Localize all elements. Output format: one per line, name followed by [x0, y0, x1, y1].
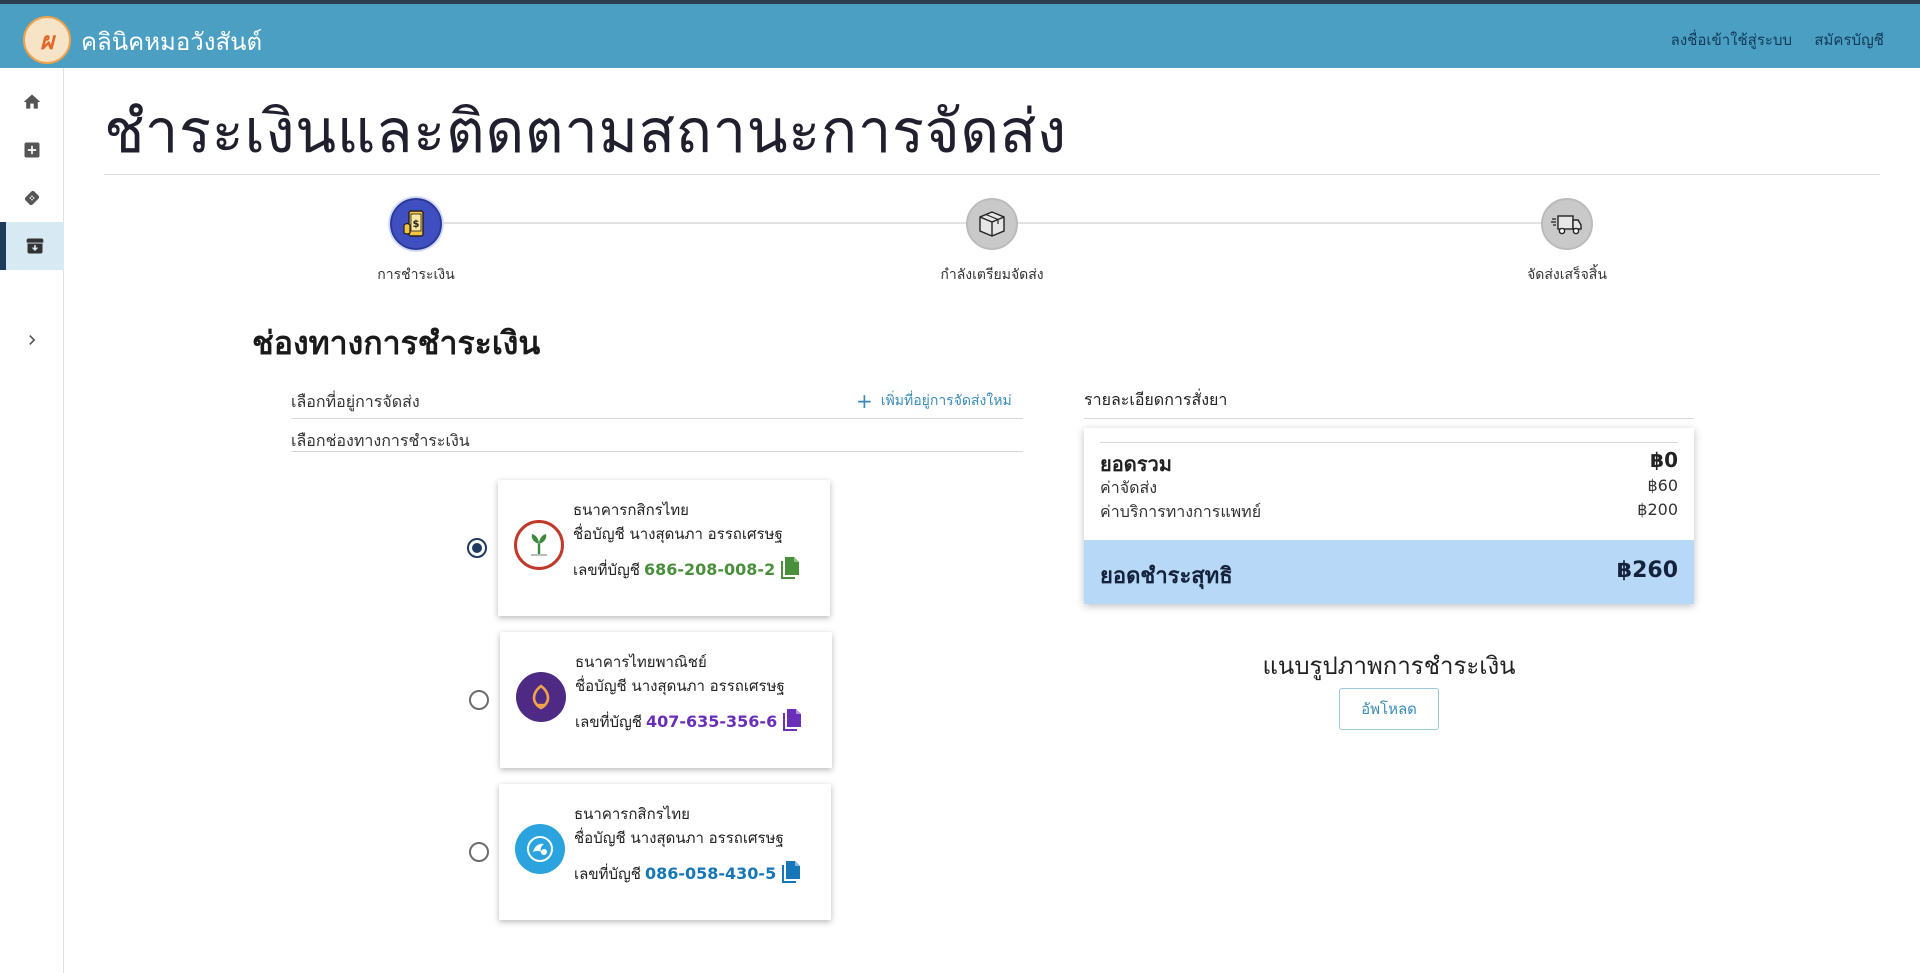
net-total-box: ยอดชำระสุทธิ ฿260: [1084, 540, 1694, 604]
account-number[interactable]: 686-208-008-2: [644, 560, 775, 579]
account-number-row: เลขที่บัญชี 407-635-356-6: [575, 710, 777, 734]
step-delivered[interactable]: จัดส่งเสร็จสิ้น: [1467, 198, 1667, 286]
payment-section-title: ช่องทางการชำระเงิน: [252, 324, 541, 362]
account-number[interactable]: 086-058-430-5: [645, 864, 776, 883]
step-preparing[interactable]: กำลังเตรียมจัดส่ง: [892, 198, 1092, 286]
shipping-label: ค่าจัดส่ง: [1100, 478, 1158, 497]
signup-link[interactable]: สมัครบัญชี: [1814, 28, 1884, 52]
shipping-row: ค่าจัดส่ง ฿60: [1100, 476, 1678, 501]
service-value: ฿200: [1637, 500, 1678, 519]
delivery-truck-icon: [1541, 198, 1593, 250]
bank-radio-krungthai[interactable]: [469, 842, 489, 862]
net-total-label: ยอดชำระสุทธิ: [1100, 564, 1233, 589]
clinic-logo[interactable]: ผ: [23, 16, 71, 64]
krungthai-logo-icon: [515, 824, 565, 874]
shipping-value: ฿60: [1647, 476, 1678, 495]
service-row: ค่าบริการทางการแพทย์ ฿200: [1100, 500, 1678, 525]
bank-name: ธนาคารกสิกรไทย: [573, 501, 689, 519]
package-box-icon: [966, 198, 1018, 250]
address-divider: [291, 418, 1023, 419]
bank-radio-kasikorn[interactable]: [467, 538, 487, 558]
add-address-label: เพิ่มที่อยู่การจัดส่งใหม่: [880, 393, 1012, 409]
bank-radio-scb[interactable]: [469, 690, 489, 710]
sidebar-expand-button[interactable]: [0, 316, 64, 364]
logo-text: ผ: [39, 25, 55, 55]
bank-card[interactable]: ธนาคารกสิกรไทย ชื่อบัญชี นางสุดนภา อรรถเ…: [499, 784, 831, 920]
copy-icon[interactable]: [780, 556, 800, 580]
upload-button[interactable]: อัพโหลด: [1339, 688, 1439, 730]
top-app-bar: ผ คลินิคหมอวังสันต์ ลงชื่อเข้าใช้สู่ระบบ…: [0, 0, 1920, 68]
archive-box-icon: [26, 238, 44, 254]
order-divider: [1084, 418, 1694, 419]
login-link[interactable]: ลงชื่อเข้าใช้สู่ระบบ: [1671, 28, 1792, 52]
order-details-title: รายละเอียดการสั่งยา: [1084, 390, 1228, 409]
net-total-row: ยอดชำระสุทธิ ฿260: [1100, 558, 1678, 593]
scb-logo-icon: [516, 672, 566, 722]
sidebar: [0, 68, 64, 973]
address-select-label[interactable]: เลือกที่อยู่การจัดส่ง: [291, 390, 420, 415]
step-label: กำลังเตรียมจัดส่ง: [940, 267, 1044, 283]
step-payment[interactable]: $ การชำระเงิน: [316, 198, 516, 286]
title-divider: [104, 174, 1880, 175]
account-number-label: เลขที่บัญชี: [573, 561, 640, 579]
home-icon: [23, 94, 41, 109]
sidebar-item-home[interactable]: [0, 78, 64, 126]
step-label: จัดส่งเสร็จสิ้น: [1527, 267, 1607, 283]
account-number-row: เลขที่บัญชี 086-058-430-5: [574, 862, 776, 886]
account-name: ชื่อบัญชี นางสุดนภา อรรถเศรษฐ: [575, 677, 785, 695]
account-number-label: เลขที่บัญชี: [575, 713, 642, 731]
net-total-value: ฿260: [1616, 558, 1678, 583]
step-label: การชำระเงิน: [377, 267, 455, 283]
bandage-icon: [24, 190, 40, 206]
account-number[interactable]: 407-635-356-6: [646, 712, 777, 731]
channel-divider: [291, 451, 1023, 452]
sidebar-item-bandage[interactable]: [0, 174, 64, 222]
account-name: ชื่อบัญชี นางสุดนภา อรรถเศรษฐ: [574, 829, 784, 847]
copy-icon[interactable]: [782, 708, 802, 732]
service-label: ค่าบริการทางการแพทย์: [1100, 502, 1262, 521]
order-summary-card: ยอดรวม ฿0 ค่าจัดส่ง ฿60 ค่าบริการทางการแ…: [1084, 428, 1694, 604]
copy-icon[interactable]: [781, 860, 801, 884]
app-title[interactable]: คลินิคหมอวังสันต์: [81, 22, 262, 61]
svg-text:$: $: [413, 219, 420, 230]
account-number-label: เลขที่บัญชี: [574, 865, 641, 883]
sidebar-item-medical[interactable]: [0, 126, 64, 174]
plus-icon: +: [856, 389, 873, 413]
medical-plus-icon: [24, 142, 40, 158]
bank-name: ธนาคารกสิกรไทย: [574, 805, 690, 823]
account-number-row: เลขที่บัญชี 686-208-008-2: [573, 558, 775, 582]
bank-card[interactable]: ธนาคารกสิกรไทย ชื่อบัญชี นางสุดนภา อรรถเ…: [498, 480, 830, 616]
order-inner-divider: [1100, 442, 1678, 443]
page-title: ชำระเงินและติดตามสถานะการจัดส่ง: [104, 97, 1067, 167]
sidebar-item-orders[interactable]: [0, 222, 64, 270]
bank-card[interactable]: ธนาคารไทยพาณิชย์ ชื่อบัญชี นางสุดนภา อรร…: [500, 632, 832, 768]
kasikorn-logo-icon: [514, 520, 564, 570]
upload-title: แนบรูปภาพการชำระเงิน: [1262, 652, 1516, 680]
payment-phone-icon: $: [390, 198, 442, 250]
add-address-button[interactable]: + เพิ่มที่อยู่การจัดส่งใหม่: [856, 390, 1012, 412]
bank-name: ธนาคารไทยพาณิชย์: [575, 653, 707, 671]
account-name: ชื่อบัญชี นางสุดนภา อรรถเศรษฐ: [573, 525, 783, 543]
chevron-right-icon: [29, 335, 36, 345]
